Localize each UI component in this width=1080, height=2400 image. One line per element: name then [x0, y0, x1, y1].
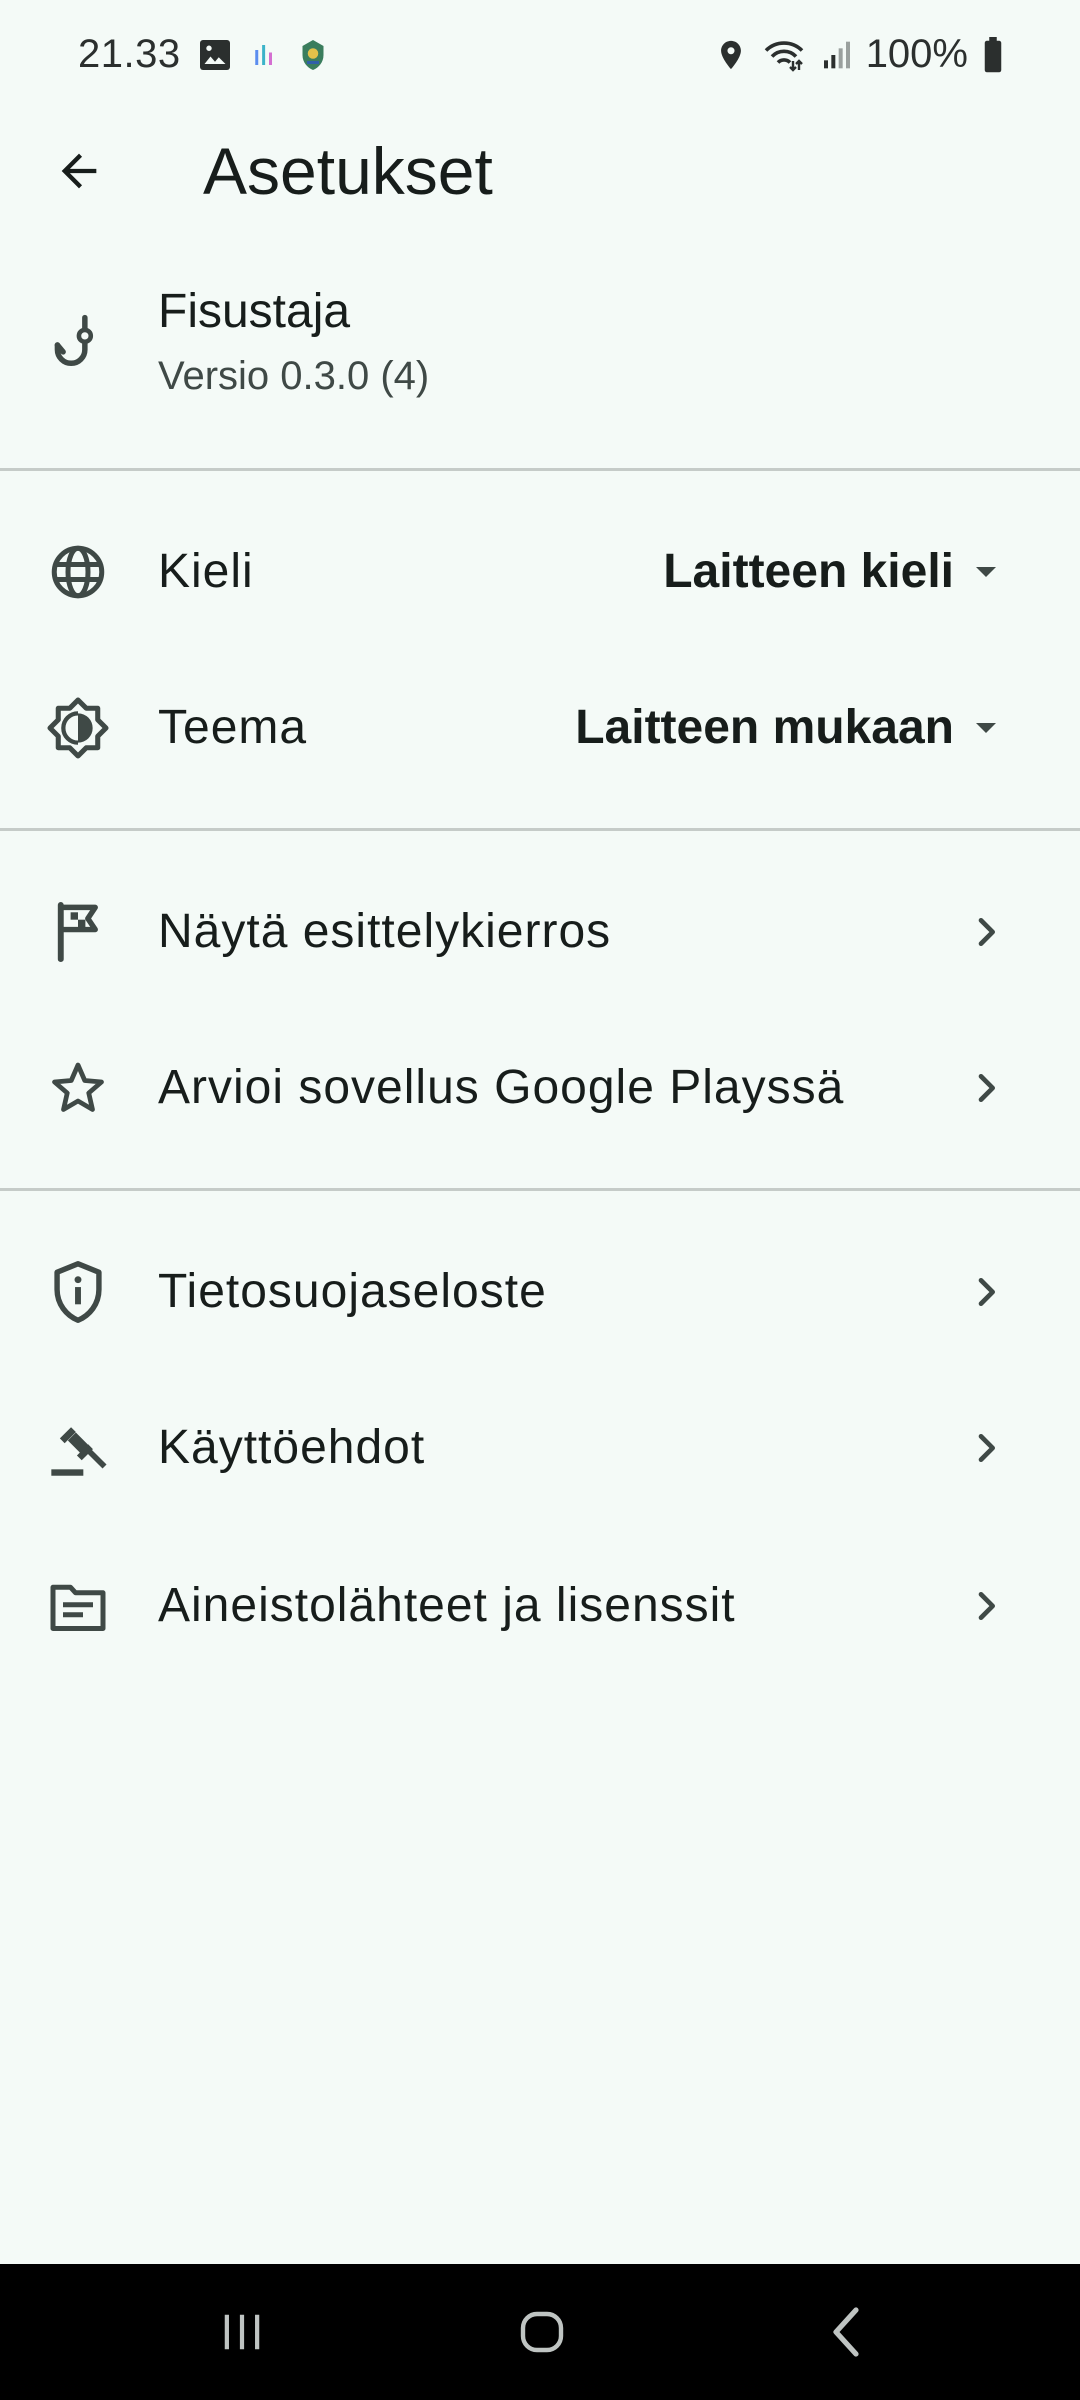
divider: [0, 1188, 1080, 1191]
dropdown-arrow-icon[interactable]: [962, 704, 1010, 752]
chevron-right-icon: [962, 908, 1010, 956]
location-icon: [714, 38, 748, 72]
app-emblem-icon: [295, 37, 331, 73]
terms-of-use-label: Käyttöehdot: [158, 1421, 426, 1474]
home-icon: [518, 2308, 566, 2356]
theme-setting-row[interactable]: Teema Laitteen mukaan: [0, 650, 1080, 806]
gavel-icon: [46, 1416, 110, 1480]
app-bar: Asetukset: [0, 118, 1080, 218]
divider: [0, 828, 1080, 831]
fishing-hook-icon: [46, 313, 110, 377]
app-name: Fisustaja: [158, 285, 351, 338]
battery-icon: [982, 36, 1004, 73]
status-left: 21.33: [78, 32, 331, 77]
back-nav-button[interactable]: [786, 2292, 906, 2372]
arrow-back-icon: [53, 145, 105, 197]
language-dropdown[interactable]: Laitteen kieli: [663, 542, 954, 602]
dropdown-arrow-icon[interactable]: [962, 548, 1010, 596]
status-time: 21.33: [78, 32, 181, 76]
image-icon: [197, 37, 233, 73]
show-tour-row[interactable]: Näytä esittelykierros: [0, 854, 1080, 1010]
recent-apps-button[interactable]: [182, 2292, 302, 2372]
system-navigation-bar: [0, 2264, 1080, 2400]
theme-label: Teema: [158, 701, 308, 754]
chevron-right-icon: [962, 1064, 1010, 1112]
globe-icon: [46, 540, 110, 604]
brightness-icon: [46, 696, 110, 760]
home-button[interactable]: [482, 2292, 602, 2372]
rate-app-label: Arvioi sovellus Google Playssä: [158, 1061, 845, 1114]
app-info: Fisustaja Versio 0.3.0 (4): [0, 268, 1080, 418]
theme-dropdown[interactable]: Laitteen mukaan: [575, 698, 954, 758]
privacy-policy-label: Tietosuojaseloste: [158, 1265, 547, 1318]
status-right: 100%: [714, 32, 1004, 77]
chevron-right-icon: [962, 1268, 1010, 1316]
chevron-right-icon: [962, 1582, 1010, 1630]
back-button[interactable]: [38, 130, 120, 212]
signal-icon: [820, 38, 852, 72]
back-nav-icon: [826, 2306, 866, 2358]
rate-app-row[interactable]: Arvioi sovellus Google Playssä: [0, 1010, 1080, 1166]
terms-of-use-row[interactable]: Käyttöehdot: [0, 1370, 1080, 1526]
privacy-policy-row[interactable]: Tietosuojaseloste: [0, 1214, 1080, 1370]
language-setting-row[interactable]: Kieli Laitteen kieli: [0, 494, 1080, 650]
chevron-right-icon: [962, 1424, 1010, 1472]
battery-percentage: 100%: [865, 32, 968, 76]
show-tour-label: Näytä esittelykierros: [158, 905, 612, 958]
document-icon: [46, 1574, 110, 1638]
shield-icon: [46, 1260, 110, 1324]
data-sources-licenses-label: Aineistolähteet ja lisenssit: [158, 1579, 736, 1632]
language-label: Kieli: [158, 545, 254, 598]
flag-icon: [46, 900, 110, 964]
wifi-icon: [762, 37, 806, 73]
star-icon: [46, 1056, 110, 1120]
app-version: Versio 0.3.0 (4): [158, 354, 430, 398]
equalizer-icon: [249, 40, 279, 70]
status-bar: 21.33 100%: [0, 0, 1080, 118]
data-sources-licenses-row[interactable]: Aineistolähteet ja lisenssit: [0, 1528, 1080, 1684]
page-title: Asetukset: [203, 134, 493, 208]
recent-apps-icon: [218, 2309, 266, 2355]
divider: [0, 468, 1080, 471]
